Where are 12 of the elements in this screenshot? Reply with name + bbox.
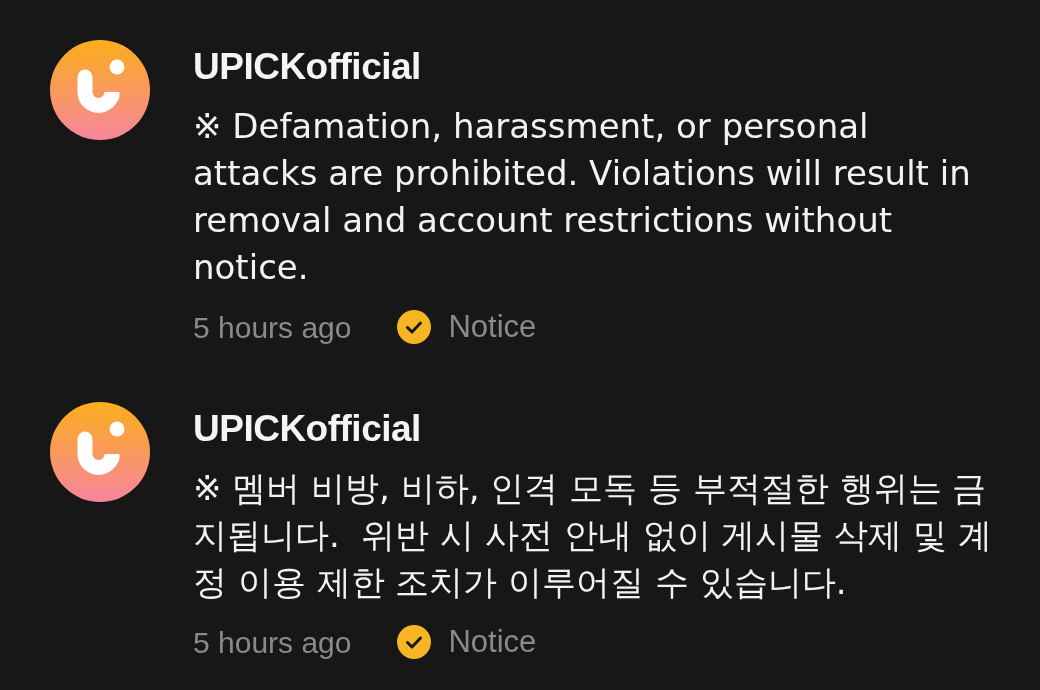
timestamp: 5 hours ago <box>193 624 352 661</box>
comment-text: ※ 멤버 비방, 비하, 인격 모독 등 부적절한 행위는 금지됩니다. 위반 시 사전 안내 없이 게시물 삭제 및 계정 이용 제한 조치가 이루어질 수 있습니다. <box>193 467 993 604</box>
timestamp: 5 hours ago <box>193 309 352 346</box>
comment-text: ※ Defamation, harassment, or personal attacks are prohibited. Violations will result in removal and account restrictions without notice. <box>193 105 972 289</box>
notice-label: Notice <box>448 622 537 661</box>
notice-label: Notice <box>448 307 537 346</box>
check-badge-icon <box>397 310 432 344</box>
avatar-icon <box>50 40 150 140</box>
avatar-icon <box>50 402 150 502</box>
username: UPICKofficial <box>193 409 421 449</box>
check-badge-icon <box>397 625 432 659</box>
username: UPICKofficial <box>193 47 421 87</box>
